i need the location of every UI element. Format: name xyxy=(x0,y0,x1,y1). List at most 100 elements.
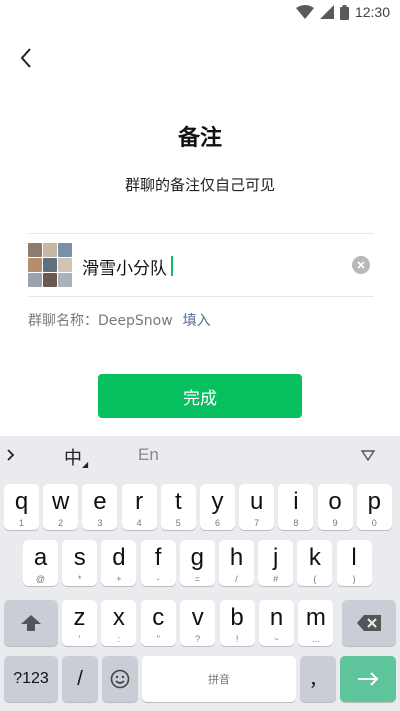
text-caret xyxy=(171,256,173,276)
key-secondary: : xyxy=(117,634,121,644)
key-t[interactable]: t5 xyxy=(160,484,196,530)
key-letter: c xyxy=(152,604,165,631)
key-a[interactable]: a @ xyxy=(23,540,58,586)
key-p[interactable]: p0 xyxy=(356,484,392,530)
numbers-key-label: ?123 xyxy=(13,670,49,687)
space-key[interactable]: 拼音 xyxy=(142,656,296,702)
soft-keyboard: 中◢ En q1w2e3r4t5y6u7i8o9p0 a @ s * d + f - g = h / j… xyxy=(0,436,400,711)
chevron-left-icon xyxy=(20,48,31,68)
chevron-right-icon xyxy=(7,449,15,461)
battery-icon xyxy=(339,4,349,20)
remark-screen: 12:30 备注 群聊的备注仅自己可见 滑雪小分队 群聊名称：DeepSnow … xyxy=(0,0,400,711)
key-secondary: - xyxy=(156,574,160,584)
arrow-right-icon xyxy=(358,672,379,686)
key-z[interactable]: z ' xyxy=(62,600,97,646)
divider-bottom xyxy=(28,296,374,297)
status-bar: 12:30 xyxy=(0,0,400,28)
key-letter: k xyxy=(308,544,321,571)
emoji-key[interactable] xyxy=(102,656,138,702)
key-secondary: ! xyxy=(235,634,239,644)
divider-top xyxy=(28,233,374,234)
key-secondary: 8 xyxy=(293,518,299,528)
key-r[interactable]: r4 xyxy=(121,484,157,530)
group-avatar xyxy=(28,243,72,287)
key-secondary: + xyxy=(116,574,122,584)
close-icon xyxy=(357,261,365,269)
key-letter: o xyxy=(328,488,342,515)
key-secondary: 4 xyxy=(136,518,142,528)
key-secondary: * xyxy=(77,574,82,584)
numbers-key[interactable]: ?123 xyxy=(4,656,58,702)
wifi-icon xyxy=(295,5,314,19)
key-f[interactable]: f- xyxy=(140,540,176,586)
key-s[interactable]: s * xyxy=(62,540,98,586)
key-g[interactable]: g = xyxy=(179,540,215,586)
key-secondary: 0 xyxy=(371,518,377,528)
keyboard-toolbar: 中◢ En xyxy=(0,436,400,476)
key-m[interactable]: m… xyxy=(298,600,334,646)
slash-key[interactable]: / xyxy=(62,656,98,702)
key-o[interactable]: o9 xyxy=(317,484,353,530)
key-k[interactable]: k( xyxy=(297,540,333,586)
key-q[interactable]: q1 xyxy=(4,484,39,530)
slash-key-label: / xyxy=(77,667,83,690)
english-mode-toggle[interactable]: En xyxy=(138,445,159,465)
enter-key[interactable] xyxy=(340,656,396,702)
key-letter: x xyxy=(112,604,125,631)
key-l[interactable]: l) xyxy=(336,540,372,586)
group-name-row: 群聊名称：DeepSnow 填入 xyxy=(28,310,211,330)
key-v[interactable]: v? xyxy=(180,600,216,646)
key-n[interactable]: n ~ xyxy=(259,600,294,646)
space-key-label: 拼音 xyxy=(208,673,230,686)
chinese-mode-toggle[interactable]: 中◢ xyxy=(64,444,88,470)
key-x[interactable]: x: xyxy=(101,600,137,646)
key-b[interactable]: b! xyxy=(219,600,255,646)
key-j[interactable]: j # xyxy=(258,540,294,586)
key-secondary: ? xyxy=(195,634,201,644)
key-letter: w xyxy=(52,488,70,515)
key-secondary: 3 xyxy=(97,518,103,528)
key-i[interactable]: i8 xyxy=(278,484,314,530)
remark-input[interactable]: 滑雪小分队 xyxy=(82,252,342,280)
shift-icon xyxy=(21,615,41,631)
key-secondary: = xyxy=(194,574,200,584)
key-letter: a xyxy=(33,544,48,571)
key-c[interactable]: c " xyxy=(140,600,176,646)
key-secondary: ) xyxy=(352,574,356,584)
key-secondary: 1 xyxy=(18,518,24,528)
remark-input-value: 滑雪小分队 xyxy=(82,258,167,279)
key-letter: f xyxy=(154,544,162,571)
key-secondary: … xyxy=(311,634,321,644)
backspace-key[interactable] xyxy=(342,600,396,646)
back-button[interactable] xyxy=(12,44,40,72)
key-d[interactable]: d + xyxy=(101,540,137,586)
key-u[interactable]: u7 xyxy=(239,484,275,530)
done-button[interactable]: 完成 xyxy=(98,374,302,418)
status-time: 12:30 xyxy=(354,4,390,20)
key-y[interactable]: y6 xyxy=(200,484,235,530)
chinese-mode-label: 中 xyxy=(64,448,82,469)
key-letter: u xyxy=(250,488,264,515)
key-letter: h xyxy=(229,544,244,571)
key-secondary: ~ xyxy=(273,634,280,644)
triangle-down-icon[interactable] xyxy=(360,447,376,463)
key-e[interactable]: e3 xyxy=(82,484,118,530)
key-h[interactable]: h / xyxy=(219,540,254,586)
key-secondary: ( xyxy=(313,574,317,584)
key-secondary: @ xyxy=(35,574,46,584)
fill-in-link[interactable]: 填入 xyxy=(183,310,211,330)
key-letter: l xyxy=(351,544,357,571)
backspace-icon xyxy=(357,615,381,631)
key-secondary: ' xyxy=(78,634,81,644)
key-letter: p xyxy=(367,488,381,515)
shift-key[interactable] xyxy=(4,600,58,646)
keyboard-expand-button[interactable] xyxy=(0,444,22,466)
key-letter: i xyxy=(293,488,299,515)
key-letter: v xyxy=(191,604,204,631)
key-secondary: 6 xyxy=(214,518,220,528)
key-w[interactable]: w2 xyxy=(43,484,79,530)
key-letter: e xyxy=(93,488,107,515)
comma-key[interactable]: ， xyxy=(300,656,336,702)
key-letter: r xyxy=(135,488,144,515)
clear-input-button[interactable] xyxy=(352,256,370,274)
